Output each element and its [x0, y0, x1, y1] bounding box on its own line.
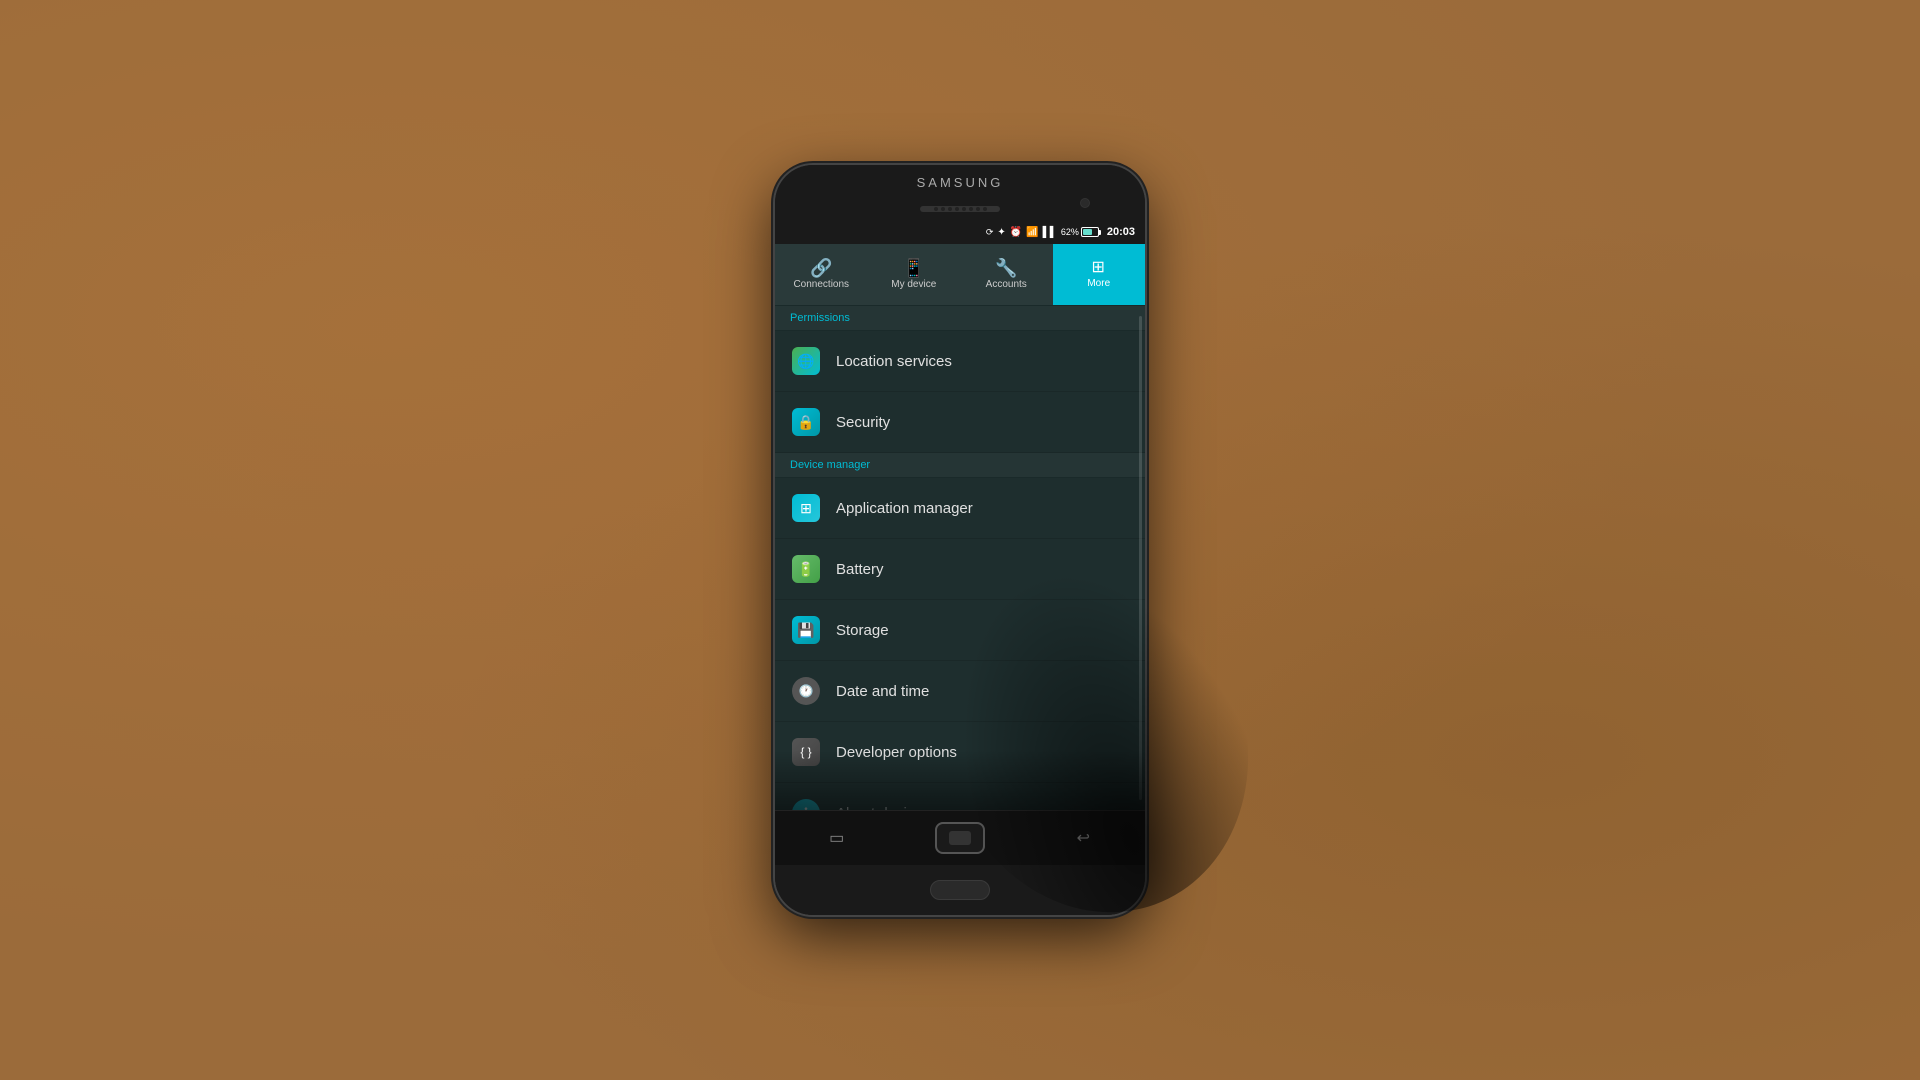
bottom-bezel [775, 865, 1145, 915]
location-services-label: Location services [836, 353, 952, 370]
battery-percent-label: 62% [1061, 227, 1079, 237]
tab-more[interactable]: ⊞ More [1053, 244, 1146, 305]
battery-fill [1083, 229, 1092, 235]
screen-rotation-icon: ⟳ [986, 227, 994, 238]
list-item-storage[interactable]: 💾 Storage [775, 600, 1145, 661]
about-device-icon: ℹ [792, 799, 820, 810]
physical-home-button[interactable] [930, 880, 990, 900]
wifi-icon: 📶 [1026, 227, 1038, 238]
storage-icon-container: 💾 [790, 614, 822, 646]
list-item-developer-options[interactable]: { } Developer options [775, 722, 1145, 783]
section-permissions-header: Permissions [775, 306, 1145, 331]
status-bar: ⟳ ✦ ⏰ 📶 ▌▌ 62% 20:03 [775, 220, 1145, 244]
list-item-date-and-time[interactable]: 🕐 Date and time [775, 661, 1145, 722]
back-icon: ↩ [1077, 828, 1090, 848]
tab-accounts[interactable]: 🔧 Accounts [960, 244, 1053, 305]
connections-label: Connections [793, 279, 849, 290]
security-icon-container: 🔒 [790, 406, 822, 438]
datetime-icon: 🕐 [792, 677, 820, 705]
tab-my-device[interactable]: 📱 My device [868, 244, 961, 305]
recent-apps-icon: ▭ [829, 828, 844, 848]
front-camera [1080, 198, 1090, 208]
app-manager-icon-container: ⊞ [790, 492, 822, 524]
status-time: 20:03 [1107, 226, 1135, 238]
speaker-grill [920, 206, 1000, 212]
list-item-location-services[interactable]: 🌐 Location services [775, 331, 1145, 392]
date-and-time-label: Date and time [836, 683, 929, 700]
location-services-icon-container: 🌐 [790, 345, 822, 377]
tab-connections[interactable]: 🔗 Connections [775, 244, 868, 305]
status-icons: ⟳ ✦ ⏰ 📶 ▌▌ 62% 20:03 [986, 226, 1135, 238]
about-device-label: About device [836, 805, 923, 811]
settings-list: Permissions 🌐 Location services 🔒 Securi… [775, 306, 1145, 810]
storage-icon: 💾 [792, 616, 820, 644]
battery-icon-container: 🔋 [790, 553, 822, 585]
location-icon: 🌐 [792, 347, 820, 375]
signal-icon: ▌▌ [1043, 227, 1057, 238]
bluetooth-icon: ✦ [997, 227, 1005, 238]
phone-body: SAMSUNG ⟳ ✦ ⏰ 📶 [775, 165, 1145, 915]
samsung-logo: SAMSUNG [917, 175, 1004, 190]
list-item-application-manager[interactable]: ⊞ Application manager [775, 478, 1145, 539]
more-icon: ⊞ [1092, 260, 1106, 276]
back-button[interactable]: ↩ [1058, 821, 1108, 856]
datetime-icon-container: 🕐 [790, 675, 822, 707]
alarm-icon: ⏰ [1010, 227, 1022, 238]
home-button[interactable] [935, 822, 985, 854]
developer-icon: { } [792, 738, 820, 766]
connections-icon: 🔗 [810, 259, 832, 277]
app-manager-icon: ⊞ [792, 494, 820, 522]
accounts-label: Accounts [986, 279, 1027, 290]
scroll-indicator [1139, 316, 1142, 800]
list-item-security[interactable]: 🔒 Security [775, 392, 1145, 453]
phone-container: SAMSUNG ⟳ ✦ ⏰ 📶 [775, 165, 1145, 915]
home-icon [949, 831, 971, 845]
storage-label: Storage [836, 622, 889, 639]
list-item-battery[interactable]: 🔋 Battery [775, 539, 1145, 600]
list-item-about-device[interactable]: ℹ About device [775, 783, 1145, 810]
about-device-icon-container: ℹ [790, 797, 822, 810]
application-manager-label: Application manager [836, 500, 973, 517]
security-icon: 🔒 [792, 408, 820, 436]
top-bezel: SAMSUNG [775, 165, 1145, 220]
screen: ⟳ ✦ ⏰ 📶 ▌▌ 62% 20:03 [775, 220, 1145, 865]
section-device-manager-header: Device manager [775, 453, 1145, 478]
developer-options-label: Developer options [836, 744, 957, 761]
battery-icon: 🔋 [792, 555, 820, 583]
tab-bar: 🔗 Connections 📱 My device 🔧 Accounts ⊞ M… [775, 244, 1145, 306]
battery-box [1081, 227, 1099, 237]
accounts-icon: 🔧 [995, 259, 1017, 277]
bottom-nav-bar: ▭ ↩ [775, 810, 1145, 865]
more-label: More [1087, 278, 1110, 289]
battery-tip [1099, 230, 1101, 235]
my-device-label: My device [891, 279, 936, 290]
security-label: Security [836, 414, 890, 431]
my-device-icon: 📱 [903, 259, 925, 277]
battery-status: 62% [1061, 227, 1099, 237]
battery-label: Battery [836, 561, 884, 578]
developer-options-icon-container: { } [790, 736, 822, 768]
recent-apps-button[interactable]: ▭ [812, 821, 862, 856]
